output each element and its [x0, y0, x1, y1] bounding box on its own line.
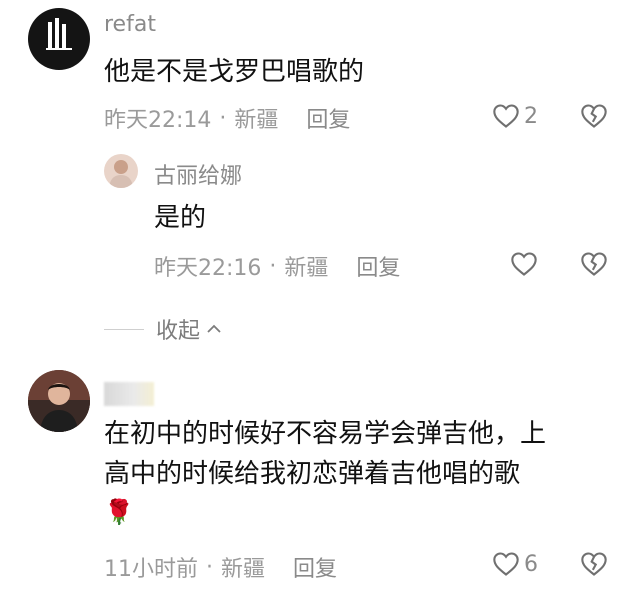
avatar[interactable]	[104, 154, 138, 188]
broken-heart-icon	[581, 552, 607, 576]
heart-icon	[493, 104, 519, 128]
reply-button[interactable]: 回复	[306, 102, 350, 134]
like-button[interactable]: 2	[492, 103, 538, 129]
dislike-button[interactable]	[580, 103, 608, 133]
separator-dot: ·	[206, 554, 213, 580]
like-count: 2	[524, 103, 538, 129]
reply-button[interactable]: 回复	[293, 551, 337, 583]
location: 新疆	[234, 108, 279, 133]
heart-icon	[493, 552, 519, 576]
comment-text: 是的	[154, 203, 207, 233]
like-count: 6	[524, 551, 538, 577]
dislike-button[interactable]	[580, 551, 608, 581]
separator-dot: ·	[219, 105, 227, 131]
timestamp: 11小时前	[104, 557, 198, 582]
comment-line: 在初中的时候好不容易学会弹吉他，上	[104, 419, 547, 449]
comment-text: 在初中的时候好不容易学会弹吉他，上 高中的时候给我初恋弹着吉他唱的歌 🌹	[104, 414, 624, 530]
profile-photo	[109, 160, 133, 188]
avatar[interactable]	[28, 8, 90, 70]
collapse-replies-button[interactable]: 收起	[104, 313, 224, 345]
broken-heart-icon	[581, 104, 607, 128]
separator-dot: ·	[269, 253, 277, 279]
username[interactable]: refat	[104, 12, 156, 37]
comment-meta: 昨天22:16 · 新疆 回复	[154, 250, 400, 282]
blurred-username	[104, 382, 154, 406]
dislike-button[interactable]	[580, 251, 608, 281]
timestamp: 昨天22:16	[154, 256, 262, 281]
like-button[interactable]: 6	[492, 551, 538, 577]
location: 新疆	[284, 256, 329, 281]
heart-icon	[511, 252, 537, 276]
rose-emoji: 🌹	[104, 498, 134, 526]
comment-text: 他是不是戈罗巴唱歌的	[104, 57, 365, 87]
chevron-up-icon	[207, 324, 221, 333]
username[interactable]: 古丽给娜	[154, 158, 242, 190]
reply-button[interactable]: 回复	[356, 250, 400, 282]
location: 新疆	[221, 557, 266, 582]
divider-line	[104, 328, 144, 330]
collapse-label: 收起	[156, 319, 201, 344]
like-button[interactable]	[510, 251, 542, 277]
comment-line: 高中的时候给我初恋弹着吉他唱的歌	[104, 459, 521, 489]
broken-heart-icon	[581, 252, 607, 276]
comment-meta: 昨天22:14 · 新疆 回复	[104, 102, 350, 134]
comment-meta: 11小时前 · 新疆 回复	[104, 551, 337, 583]
timestamp: 昨天22:14	[104, 108, 212, 133]
profile-photo	[28, 370, 90, 432]
sarwaz-logo	[46, 18, 72, 50]
avatar[interactable]	[28, 370, 90, 432]
